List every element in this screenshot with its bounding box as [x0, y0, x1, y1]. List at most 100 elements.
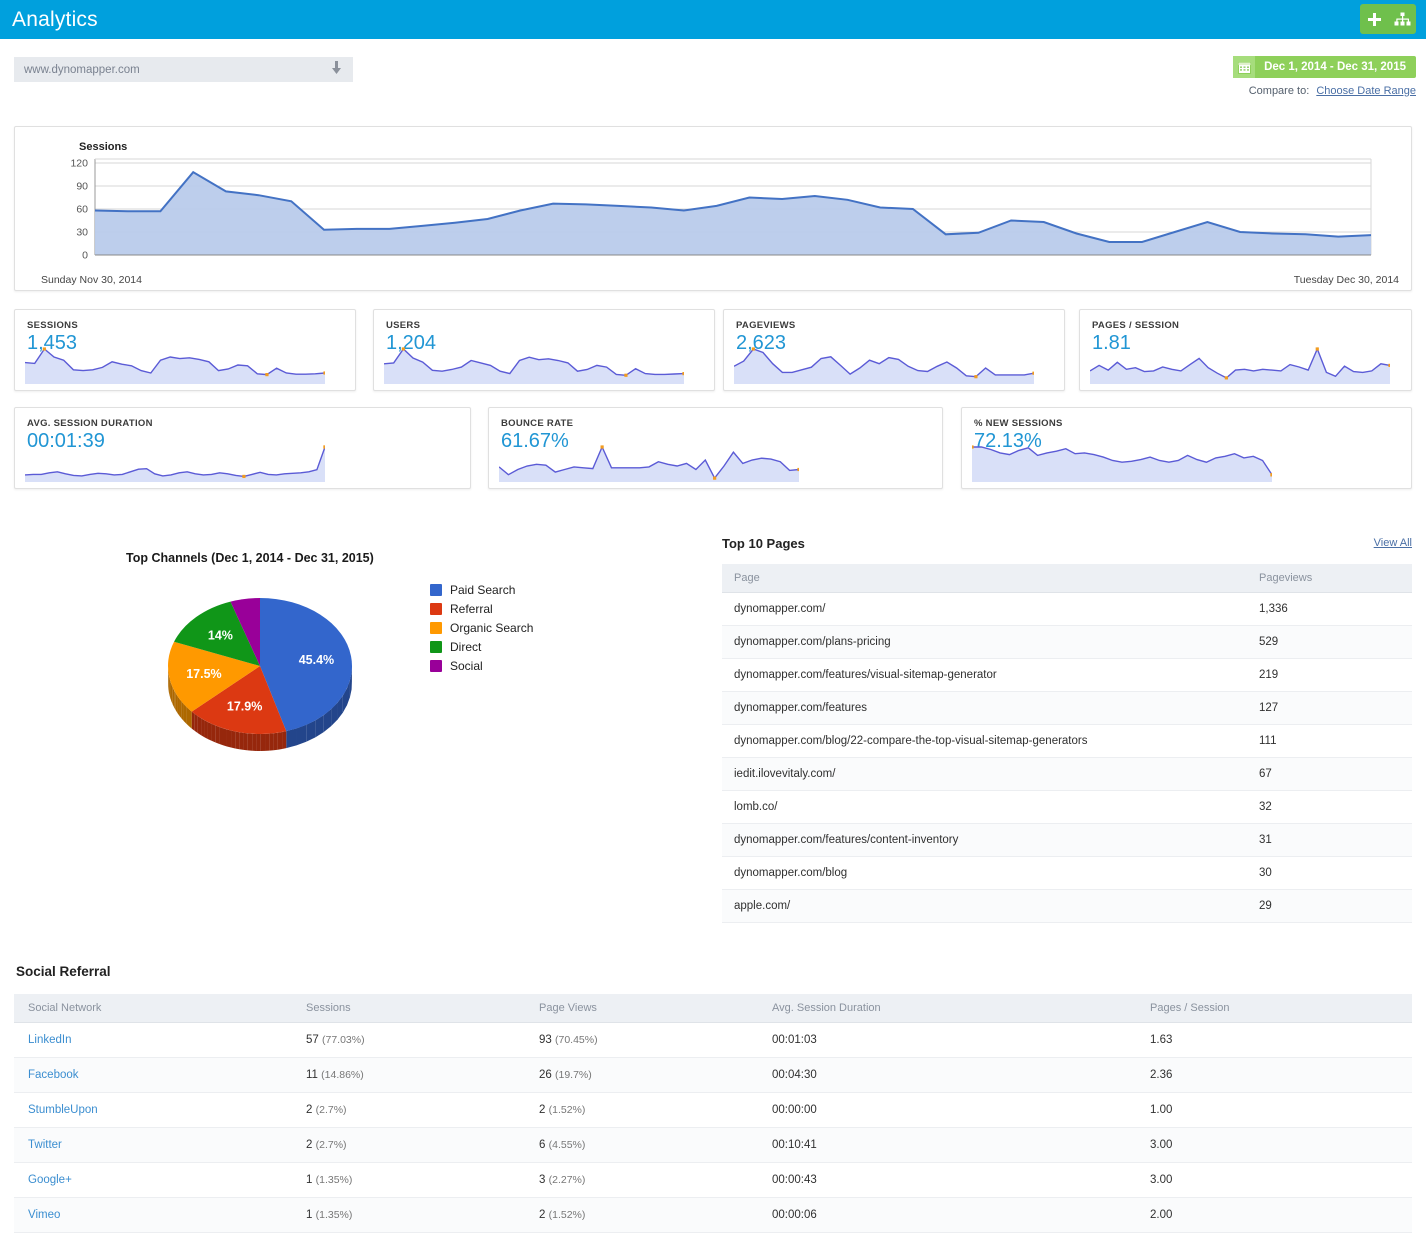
kpi-card-new-sessions[interactable]: % NEW SESSIONS 72.13% — [961, 407, 1412, 489]
table-row[interactable]: StumbleUpon 2 (2.7%) 2 (1.52%) 00:00:00 1.00 — [14, 1092, 1412, 1128]
svg-text:30: 30 — [76, 227, 88, 239]
page-views-percent: (4.55%) — [548, 1139, 586, 1151]
social-network-link[interactable]: Facebook — [28, 1069, 79, 1081]
page-views-cell: 6 (4.55%) — [525, 1127, 758, 1163]
site-select[interactable]: www.dynomapper.com — [14, 57, 353, 82]
kpi-card-sessions[interactable]: SESSIONS 1,453 — [14, 309, 356, 391]
page-url-cell: dynomapper.com/blog/22-compare-the-top-v… — [722, 724, 1247, 758]
table-row[interactable]: lomb.co/32 — [722, 790, 1412, 824]
legend-swatch-icon — [430, 621, 442, 634]
top-channels-pie-chart: 45.4% 17.9% 17.5% 14% — [168, 598, 352, 751]
table-row[interactable]: dynomapper.com/features/content-inventor… — [722, 823, 1412, 857]
pageviews-cell: 127 — [1247, 691, 1412, 725]
kpi-card-bounce-rate[interactable]: BOUNCE RATE 61.67% — [488, 407, 943, 489]
sessions-percent: (1.35%) — [315, 1174, 353, 1186]
sessions-value: 2 — [306, 1139, 313, 1151]
column-header-page-views: Page Views — [525, 994, 758, 1023]
pages-session-cell: 1.63 — [1136, 1022, 1412, 1058]
plus-icon — [1367, 12, 1382, 27]
kpi-card-pageviews[interactable]: PAGEVIEWS 2,623 — [723, 309, 1065, 391]
page-views-cell: 3 (2.27%) — [525, 1162, 758, 1198]
sessions-start-date: Sunday Nov 30, 2014 — [41, 274, 142, 286]
page-views-value: 2 — [539, 1209, 546, 1221]
choose-date-range-link[interactable]: Choose Date Range — [1316, 85, 1416, 97]
avg-session-duration-cell: 00:00:43 — [758, 1162, 1136, 1198]
top-pages-table: Page Pageviews dynomapper.com/1,336 dynom… — [722, 564, 1412, 923]
kpi-label: USERS — [386, 320, 421, 331]
sitemap-icon — [1394, 12, 1411, 27]
kpi-card-users[interactable]: USERS 1,204 — [373, 309, 715, 391]
date-range-area: Dec 1, 2014 - Dec 31, 2015 Compare to: C… — [1233, 56, 1416, 97]
social-network-cell: Google+ — [14, 1162, 292, 1198]
page-views-value: 2 — [539, 1104, 546, 1116]
kpi-label: PAGEVIEWS — [736, 320, 796, 331]
table-row[interactable]: LinkedIn 57 (77.03%) 93 (70.45%) 00:01:03 1.… — [14, 1022, 1412, 1058]
arrow-down-icon — [330, 61, 343, 78]
kpi-card-pages-session[interactable]: PAGES / SESSION 1.81 — [1079, 309, 1412, 391]
page-url-cell: dynomapper.com/plans-pricing — [722, 625, 1247, 659]
pageviews-cell: 529 — [1247, 625, 1412, 659]
table-row[interactable]: apple.com/29 — [722, 889, 1412, 923]
compare-row: Compare to: Choose Date Range — [1233, 85, 1416, 97]
legend-item[interactable]: Social — [430, 656, 533, 675]
date-range-label: Dec 1, 2014 - Dec 31, 2015 — [1264, 61, 1406, 73]
sparkline-bounce-rate — [499, 445, 799, 482]
kpi-label: PAGES / SESSION — [1092, 320, 1180, 331]
page-views-value: 6 — [539, 1139, 546, 1151]
pages-session-cell: 3.00 — [1136, 1127, 1412, 1163]
social-network-cell: Facebook — [14, 1057, 292, 1093]
legend-item[interactable]: Direct — [430, 637, 533, 656]
table-row[interactable]: dynomapper.com/1,336 — [722, 592, 1412, 626]
app-header: Analytics — [0, 0, 1426, 39]
table-row[interactable]: Twitter 2 (2.7%) 6 (4.55%) 00:10:41 3.00 — [14, 1127, 1412, 1163]
sessions-end-date: Tuesday Dec 30, 2014 — [1293, 274, 1399, 286]
column-header-social-network: Social Network — [14, 994, 292, 1023]
table-row[interactable]: dynomapper.com/features/visual-sitemap-g… — [722, 658, 1412, 692]
sparkline-users — [384, 347, 684, 384]
sessions-cell: 2 (2.7%) — [292, 1127, 525, 1163]
social-network-link[interactable]: StumbleUpon — [28, 1104, 98, 1116]
sessions-percent: (14.86%) — [321, 1069, 364, 1081]
table-row[interactable]: Google+ 1 (1.35%) 3 (2.27%) 00:00:43 3.00 — [14, 1162, 1412, 1198]
pageviews-cell: 32 — [1247, 790, 1412, 824]
page-url-cell: iedit.ilovevitaly.com/ — [722, 757, 1247, 791]
legend-label: Social — [450, 658, 483, 673]
social-referral-table: Social Network Sessions Page Views Avg. … — [14, 994, 1412, 1233]
table-row[interactable]: Vimeo 1 (1.35%) 2 (1.52%) 00:00:06 2.00 — [14, 1197, 1412, 1233]
page-views-percent: (1.52%) — [548, 1209, 586, 1221]
social-network-cell: Twitter — [14, 1127, 292, 1163]
table-row[interactable]: dynomapper.com/blog/22-compare-the-top-v… — [722, 724, 1412, 758]
legend-label: Paid Search — [450, 582, 516, 597]
date-range-button[interactable]: Dec 1, 2014 - Dec 31, 2015 — [1233, 56, 1416, 78]
svg-text:90: 90 — [76, 181, 88, 193]
social-network-cell: LinkedIn — [14, 1022, 292, 1058]
sessions-cell: 2 (2.7%) — [292, 1092, 525, 1128]
legend-item[interactable]: Organic Search — [430, 618, 533, 637]
avg-session-duration-cell: 00:10:41 — [758, 1127, 1136, 1163]
kpi-label: BOUNCE RATE — [501, 418, 574, 429]
social-network-link[interactable]: LinkedIn — [28, 1034, 71, 1046]
social-network-cell: StumbleUpon — [14, 1092, 292, 1128]
page-url-cell: lomb.co/ — [722, 790, 1247, 824]
column-header-sessions: Sessions — [292, 994, 525, 1023]
page-title: Analytics — [12, 7, 98, 31]
social-network-link[interactable]: Twitter — [28, 1139, 62, 1151]
table-row[interactable]: dynomapper.com/plans-pricing 529 — [722, 625, 1412, 659]
page-views-value: 93 — [539, 1034, 552, 1046]
legend-item[interactable]: Paid Search — [430, 580, 533, 599]
page-views-percent: (70.45%) — [555, 1034, 598, 1046]
table-row[interactable]: Facebook 11 (14.86%) 26 (19.7%) 00:04:30 2.3… — [14, 1057, 1412, 1093]
social-network-link[interactable]: Vimeo — [28, 1209, 60, 1221]
table-header-row: Social Network Sessions Page Views Avg. … — [14, 994, 1412, 1023]
view-all-link[interactable]: View All — [1374, 537, 1412, 549]
table-row[interactable]: dynomapper.com/features 127 — [722, 691, 1412, 725]
kpi-card-avg-session-duration[interactable]: AVG. SESSION DURATION 00:01:39 — [14, 407, 471, 489]
table-header-row: Page Pageviews — [722, 564, 1412, 593]
table-row[interactable]: dynomapper.com/blog 30 — [722, 856, 1412, 890]
avg-session-duration-cell: 00:04:30 — [758, 1057, 1136, 1093]
sitemap-button[interactable] — [1388, 4, 1416, 34]
legend-item[interactable]: Referral — [430, 599, 533, 618]
add-button[interactable] — [1360, 4, 1388, 34]
social-network-link[interactable]: Google+ — [28, 1174, 72, 1186]
table-row[interactable]: iedit.ilovevitaly.com/67 — [722, 757, 1412, 791]
